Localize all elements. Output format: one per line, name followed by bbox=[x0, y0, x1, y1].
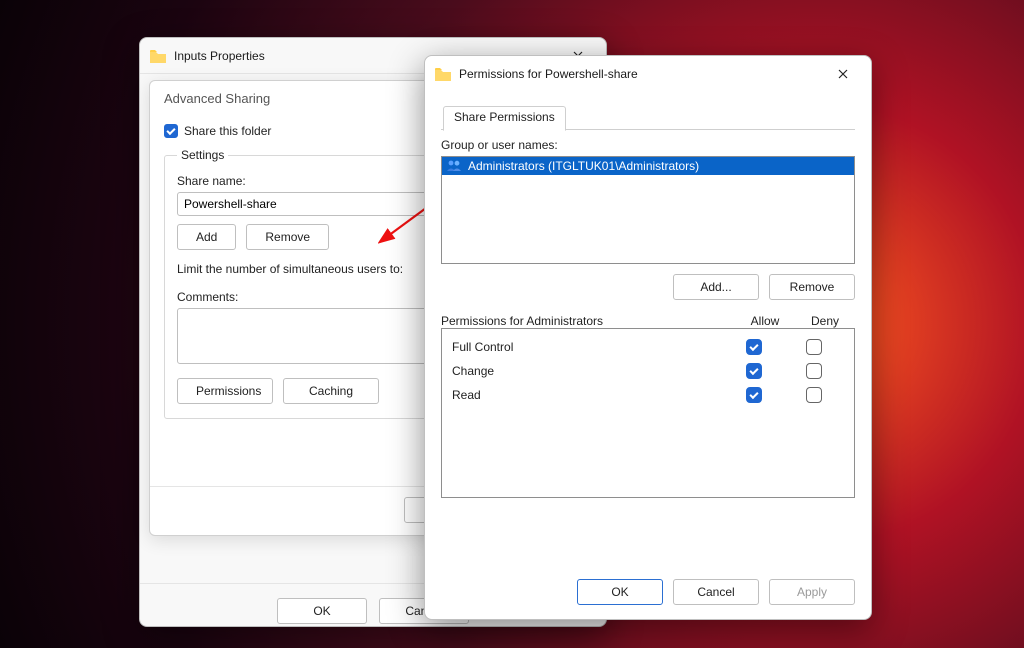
close-icon[interactable] bbox=[825, 60, 861, 88]
folder-icon bbox=[150, 49, 166, 63]
allow-checkbox[interactable] bbox=[746, 387, 762, 403]
deny-checkbox[interactable] bbox=[806, 363, 822, 379]
perm-ok-button[interactable]: OK bbox=[577, 579, 663, 605]
remove-principal-button[interactable]: Remove bbox=[769, 274, 855, 300]
share-folder-checkbox[interactable] bbox=[164, 124, 178, 138]
list-item-label: Administrators (ITGLTUK01\Administrators… bbox=[468, 159, 699, 173]
allow-header: Allow bbox=[735, 314, 795, 328]
deny-header: Deny bbox=[795, 314, 855, 328]
perm-cancel-button[interactable]: Cancel bbox=[673, 579, 759, 605]
permission-name: Full Control bbox=[452, 340, 724, 354]
group-listbox[interactable]: Administrators (ITGLTUK01\Administrators… bbox=[441, 156, 855, 264]
group-names-label: Group or user names: bbox=[441, 138, 855, 152]
permissions-for-label: Permissions for Administrators bbox=[441, 314, 735, 328]
allow-checkbox[interactable] bbox=[746, 339, 762, 355]
remove-share-button[interactable]: Remove bbox=[246, 224, 329, 250]
permission-row: Change bbox=[452, 359, 844, 383]
tab-share-permissions[interactable]: Share Permissions bbox=[443, 106, 566, 131]
perm-apply-button[interactable]: Apply bbox=[769, 579, 855, 605]
titlebar[interactable]: Permissions for Powershell-share bbox=[425, 56, 871, 92]
group-icon bbox=[446, 159, 462, 173]
share-folder-label: Share this folder bbox=[184, 124, 271, 138]
list-item[interactable]: Administrators (ITGLTUK01\Administrators… bbox=[442, 157, 854, 175]
permission-row: Read bbox=[452, 383, 844, 407]
allow-checkbox[interactable] bbox=[746, 363, 762, 379]
permission-name: Change bbox=[452, 364, 724, 378]
parent-ok-button[interactable]: OK bbox=[277, 598, 367, 624]
settings-legend: Settings bbox=[177, 148, 228, 162]
permission-name: Read bbox=[452, 388, 724, 402]
deny-checkbox[interactable] bbox=[806, 387, 822, 403]
permissions-window: Permissions for Powershell-share Share P… bbox=[424, 55, 872, 620]
tab-strip: Share Permissions bbox=[441, 104, 855, 130]
add-principal-button[interactable]: Add... bbox=[673, 274, 759, 300]
deny-checkbox[interactable] bbox=[806, 339, 822, 355]
permissions-table: Full Control Change Read bbox=[441, 328, 855, 498]
permissions-button[interactable]: Permissions bbox=[177, 378, 273, 404]
permission-row: Full Control bbox=[452, 335, 844, 359]
caching-button[interactable]: Caching bbox=[283, 378, 379, 404]
folder-icon bbox=[435, 67, 451, 81]
add-share-button[interactable]: Add bbox=[177, 224, 236, 250]
window-title: Permissions for Powershell-share bbox=[459, 67, 825, 81]
